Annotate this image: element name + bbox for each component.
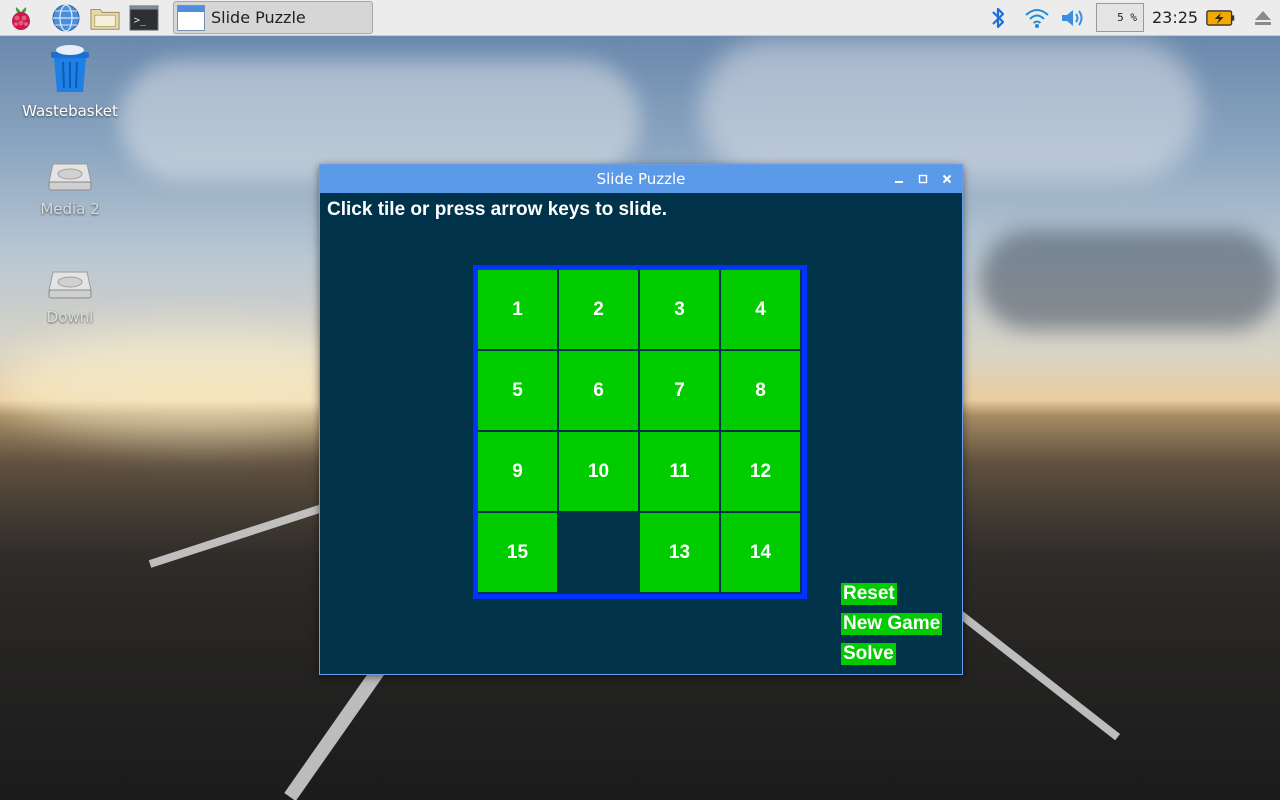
maximize-icon[interactable] <box>914 170 932 188</box>
puzzle-board: 1 2 3 4 5 6 7 8 9 10 11 12 15 13 14 <box>473 265 807 599</box>
close-icon[interactable] <box>938 170 956 188</box>
game-canvas[interactable]: Click tile or press arrow keys to slide.… <box>321 193 961 673</box>
puzzle-tile[interactable]: 15 <box>478 513 558 593</box>
raspberry-menu-icon[interactable] <box>6 3 36 33</box>
desktop-icon-label: Wastebasket <box>22 102 118 120</box>
instructions-text: Click tile or press arrow keys to slide. <box>327 199 668 220</box>
puzzle-tile[interactable]: 5 <box>478 351 558 431</box>
puzzle-tile[interactable]: 14 <box>721 513 801 593</box>
puzzle-tile[interactable]: 6 <box>559 351 639 431</box>
cpu-usage-monitor[interactable]: 5 % <box>1096 3 1144 32</box>
puzzle-tile[interactable]: 7 <box>640 351 720 431</box>
puzzle-tile[interactable]: 3 <box>640 270 720 350</box>
wallpaper-cloud <box>700 40 1200 180</box>
solve-button[interactable]: Solve <box>841 643 896 665</box>
battery-icon[interactable] <box>1206 3 1236 33</box>
desktop-icon-media[interactable]: Media 2 <box>15 160 125 218</box>
svg-text:>_: >_ <box>134 15 147 27</box>
taskbar: >_ Slide Puzzle 5 % 23:25 <box>0 0 1280 36</box>
eject-icon[interactable] <box>1248 3 1278 33</box>
bluetooth-icon[interactable] <box>983 3 1013 33</box>
puzzle-tile[interactable]: 13 <box>640 513 720 593</box>
desktop-icon-label: Media 2 <box>40 200 100 218</box>
file-manager-icon[interactable] <box>90 3 120 33</box>
puzzle-tile[interactable]: 10 <box>559 432 639 512</box>
terminal-icon[interactable]: >_ <box>129 3 159 33</box>
puzzle-tile[interactable]: 8 <box>721 351 801 431</box>
puzzle-tile[interactable]: 2 <box>559 270 639 350</box>
minimize-icon[interactable] <box>890 170 908 188</box>
volume-icon[interactable] <box>1058 3 1088 33</box>
web-browser-icon[interactable] <box>51 3 81 33</box>
desktop-icon-wastebasket[interactable]: Wastebasket <box>15 44 125 120</box>
wallpaper-cloud <box>120 60 640 180</box>
taskbar-window-label: Slide Puzzle <box>211 8 306 27</box>
window-thumbnail-icon <box>177 4 205 31</box>
drive-icon <box>48 163 92 191</box>
taskbar-window-button[interactable]: Slide Puzzle <box>173 1 373 34</box>
wastebasket-icon <box>51 45 89 92</box>
puzzle-tile[interactable]: 4 <box>721 270 801 350</box>
drive-icon <box>48 271 92 299</box>
puzzle-tile[interactable]: 12 <box>721 432 801 512</box>
wifi-icon[interactable] <box>1022 3 1052 33</box>
wallpaper-cloud <box>980 230 1280 330</box>
window-titlebar[interactable]: Slide Puzzle <box>320 165 962 193</box>
desktop-icon-label: Downl <box>46 308 94 326</box>
new-game-button[interactable]: New Game <box>841 613 943 635</box>
puzzle-tile[interactable]: 9 <box>478 432 558 512</box>
puzzle-tile[interactable]: 1 <box>478 270 558 350</box>
puzzle-tile[interactable]: 11 <box>640 432 720 512</box>
reset-button[interactable]: Reset <box>841 583 897 605</box>
desktop-icon-downloads[interactable]: Downl <box>15 268 125 326</box>
slide-puzzle-window: Slide Puzzle Click tile or press arrow k… <box>319 164 963 675</box>
window-title: Slide Puzzle <box>596 170 686 188</box>
clock[interactable]: 23:25 <box>1152 8 1198 27</box>
